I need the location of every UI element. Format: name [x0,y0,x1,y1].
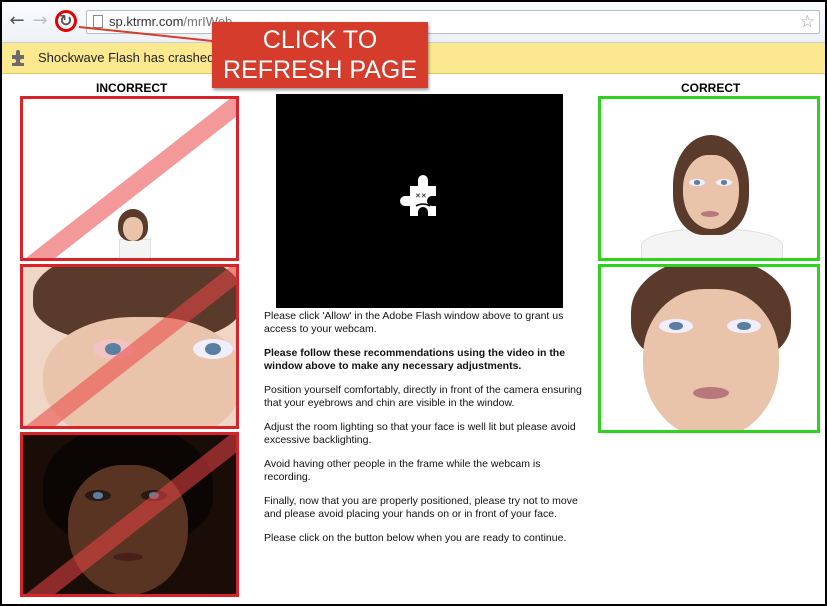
instruction-stay-still: Finally, now that you are properly posit… [264,495,578,520]
instruction-continue: Please click on the button below when yo… [264,532,567,544]
reload-icon: ↻ [59,11,73,30]
plugin-puzzle-icon [12,50,24,66]
instruction-others: Avoid having other people in the frame w… [264,458,541,483]
callout-line-1: CLICK TO [262,26,378,54]
forward-arrow-icon[interactable]: → [31,12,49,30]
callout-line-2: REFRESH PAGE [222,56,418,84]
address-bar[interactable]: sp.ktrmr.com/mrIWeb ☆ [86,10,820,34]
url-host: sp.ktrmr.com [109,14,184,29]
correct-heading: CORRECT [681,81,741,95]
instructions-text: Please click 'Allow' in the Adobe Flash … [264,310,582,557]
incorrect-example-too-close [20,264,239,429]
correct-example-portrait [598,96,820,261]
instruction-lighting: Adjust the room lighting so that your fa… [264,421,576,446]
reload-button[interactable]: ↻ [55,10,77,32]
instruction-allow: Please click 'Allow' in the Adobe Flash … [264,310,564,335]
star-icon[interactable]: ☆ [800,12,815,32]
incorrect-heading: INCORRECT [96,81,168,95]
incorrect-example-too-far [20,96,239,261]
incorrect-example-backlit [20,432,239,597]
correct-example-closeup [598,264,820,433]
page-icon [93,15,103,28]
crashed-plugin-icon: ✕✕ [400,175,436,216]
back-arrow-icon[interactable]: ← [8,12,26,30]
infobar-message: Shockwave Flash has crashed. [38,50,218,65]
instruction-position: Position yourself comfortably, directly … [264,384,582,409]
webcam-video-area[interactable]: ✕✕ [276,94,563,308]
instruction-follow: Please follow these recommendations usin… [264,347,566,372]
browser-window: ← → ↻ sp.ktrmr.com/mrIWeb ☆ Shockwave Fl… [2,2,825,604]
svg-text:✕✕: ✕✕ [415,192,427,200]
refresh-callout: CLICK TO REFRESH PAGE [212,22,428,88]
